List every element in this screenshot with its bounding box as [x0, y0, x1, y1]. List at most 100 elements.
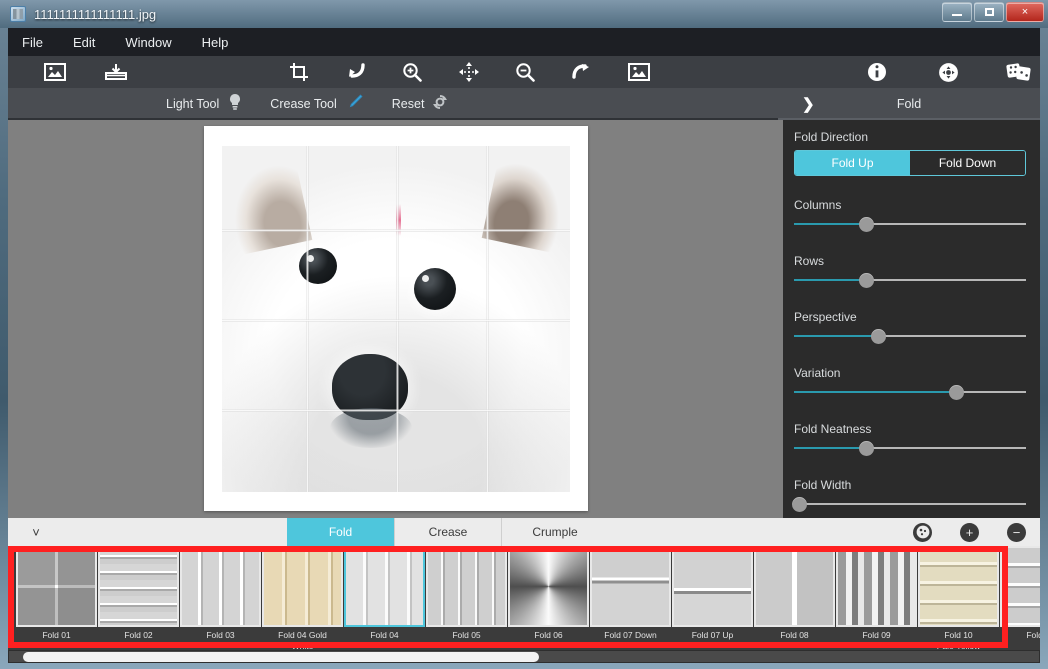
light-tool-label: Light Tool — [166, 97, 219, 111]
reset-label: Reset — [392, 97, 425, 111]
remove-preset-button[interactable]: − — [1007, 523, 1026, 542]
slider-label-variation: Variation — [794, 366, 1026, 380]
pan-icon[interactable] — [447, 56, 490, 88]
gear-icon[interactable] — [927, 56, 970, 88]
preset-actions: + − — [913, 518, 1026, 546]
thumbnail-preview — [672, 546, 753, 627]
slider-knob-rows[interactable] — [859, 273, 874, 288]
maximize-button[interactable] — [974, 2, 1004, 22]
slider-track-variation[interactable] — [794, 384, 1026, 400]
menu-item-file[interactable]: File — [22, 35, 43, 50]
slider-knob-fold-width[interactable] — [792, 497, 807, 512]
thumbnail-item[interactable]: Fold 09 — [836, 546, 917, 650]
crease-tool-label: Crease Tool — [270, 97, 336, 111]
panel-header: ❯ Fold — [778, 88, 1040, 120]
slider-track-rows[interactable] — [794, 272, 1026, 288]
menu-item-window[interactable]: Window — [125, 35, 171, 50]
slider-label-columns: Columns — [794, 198, 1026, 212]
thumbnail-preview — [836, 546, 917, 627]
thumbnail-label: Fold 07 Up — [672, 630, 753, 641]
thumbnail-item[interactable]: Fold 02 — [98, 546, 179, 650]
slider-track-perspective[interactable] — [794, 328, 1026, 344]
fold-direction-toggle: Fold Up Fold Down — [794, 150, 1026, 176]
scrollbar-thumb[interactable] — [23, 652, 539, 662]
dice-icon[interactable] — [997, 56, 1040, 88]
app-icon — [10, 6, 26, 22]
slider-label-fold-width: Fold Width — [794, 478, 1026, 492]
info-icon[interactable] — [856, 56, 899, 88]
slider-fold-width: Fold Width — [783, 478, 1040, 512]
thumbnail-label: Fold 03 — [180, 630, 261, 641]
main-toolbar — [8, 56, 1040, 88]
fold-direction-label: Fold Direction — [794, 130, 1040, 144]
thumbnail-item[interactable]: Fold 10Pale Yellow — [918, 546, 999, 650]
zoom-out-icon[interactable] — [504, 56, 547, 88]
horizontal-scrollbar[interactable] — [8, 650, 1040, 663]
thumbnail-preview — [508, 546, 589, 627]
slider-track-fold-width[interactable] — [794, 496, 1026, 512]
application-window: 1111111111111111.jpg × File Edit Window … — [0, 0, 1048, 669]
thumbnail-item[interactable]: Fold 04 — [344, 546, 425, 650]
minimize-button[interactable] — [942, 2, 972, 22]
zoom-in-icon[interactable] — [391, 56, 434, 88]
thumbnail-item[interactable]: Fold 04 GoldWhite — [262, 546, 343, 650]
thumbnail-label: Fold 05 — [426, 630, 507, 641]
thumbnail-item[interactable]: Fold 01 — [16, 546, 97, 650]
add-preset-button[interactable]: + — [960, 523, 979, 542]
slider-fold-neatness: Fold Neatness — [783, 422, 1040, 456]
thumbnail-item[interactable]: Fold 06 — [508, 546, 589, 650]
slider-columns: Columns — [783, 198, 1040, 232]
tab-crease[interactable]: Crease — [394, 518, 501, 546]
undo-icon[interactable] — [334, 56, 377, 88]
fit-image-icon[interactable] — [617, 56, 660, 88]
menu-item-edit[interactable]: Edit — [73, 35, 95, 50]
slider-knob-fold-neatness[interactable] — [859, 441, 874, 456]
menu-item-help[interactable]: Help — [202, 35, 229, 50]
thumbnail-item[interactable]: Fold 07 Up — [672, 546, 753, 650]
redo-icon[interactable] — [561, 56, 604, 88]
dog-photo — [222, 146, 570, 492]
thumbnail-preview — [262, 546, 343, 627]
thumbnail-label-line2: White — [262, 641, 343, 650]
preset-thumbnail-strip[interactable]: Fold 01Fold 02Fold 03Fold 04 GoldWhiteFo… — [8, 546, 1040, 650]
thumbnail-preview — [16, 546, 97, 627]
preset-category-tabs: Fold Crease Crumple — [287, 518, 608, 546]
fold-up-button[interactable]: Fold Up — [795, 151, 910, 175]
thumbnail-item[interactable]: Fold 10 — [1000, 546, 1040, 650]
slider-track-fold-neatness[interactable] — [794, 440, 1026, 456]
close-button[interactable]: × — [1006, 2, 1044, 22]
chevron-down-icon[interactable]: ˅ — [8, 525, 64, 540]
thumbnail-label: Fold 10Pale Yellow — [918, 630, 999, 650]
thumbnail-label: Fold 01 — [16, 630, 97, 641]
thumbnail-item[interactable]: Fold 03 — [180, 546, 261, 650]
slider-variation: Variation — [783, 366, 1040, 400]
thumbnail-label: Fold 02 — [98, 630, 179, 641]
crop-icon[interactable] — [277, 56, 320, 88]
palette-icon[interactable] — [913, 523, 932, 542]
slider-knob-perspective[interactable] — [871, 329, 886, 344]
thumbnail-preview — [344, 546, 425, 627]
thumbnail-label: Fold 10 — [1000, 630, 1040, 641]
image-canvas[interactable] — [8, 120, 783, 518]
thumbnail-label: Fold 06 — [508, 630, 589, 641]
light-tool-button[interactable]: Light Tool — [166, 93, 242, 116]
slider-knob-variation[interactable] — [949, 385, 964, 400]
save-image-icon[interactable] — [95, 56, 138, 88]
slider-label-fold-neatness: Fold Neatness — [794, 422, 1026, 436]
slider-rows: Rows — [783, 254, 1040, 288]
thumbnail-item[interactable]: Fold 08 — [754, 546, 835, 650]
slider-label-rows: Rows — [794, 254, 1026, 268]
slider-label-perspective: Perspective — [794, 310, 1026, 324]
menu-bar: File Edit Window Help — [8, 28, 1040, 56]
open-image-icon[interactable] — [34, 56, 77, 88]
fold-down-button[interactable]: Fold Down — [910, 151, 1025, 175]
tab-crumple[interactable]: Crumple — [501, 518, 608, 546]
tab-fold[interactable]: Fold — [287, 518, 394, 546]
thumbnail-preview — [754, 546, 835, 627]
slider-knob-columns[interactable] — [859, 217, 874, 232]
thumbnail-item[interactable]: Fold 05 — [426, 546, 507, 650]
thumbnail-item[interactable]: Fold 07 Down — [590, 546, 671, 650]
slider-track-columns[interactable] — [794, 216, 1026, 232]
reset-button[interactable]: Reset — [392, 95, 448, 114]
crease-tool-button[interactable]: Crease Tool — [270, 93, 363, 116]
